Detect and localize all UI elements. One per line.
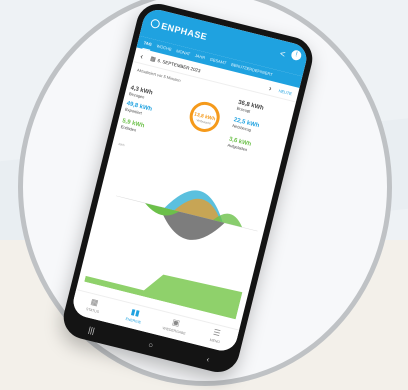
- tab-day[interactable]: TAG: [142, 37, 154, 51]
- recent-apps-icon[interactable]: |||: [88, 325, 96, 335]
- flow-consumed: 4,3 kWh Bezogen: [129, 85, 154, 101]
- share-icon[interactable]: <: [279, 48, 287, 59]
- calendar-icon[interactable]: ▦: [149, 55, 156, 63]
- home-icon[interactable]: ○: [147, 340, 154, 350]
- flow-grid: 49,8 kWh Exportiert: [125, 101, 153, 118]
- notification-icon[interactable]: !: [290, 49, 303, 62]
- flow-exported: 22,5 kWh Netzbezug: [232, 117, 260, 134]
- brand-name: ENPHASE: [160, 20, 209, 42]
- flow-battery-in: 3,6 kWh Aufgeladen: [227, 137, 252, 153]
- brand: ENPHASE: [149, 18, 209, 42]
- back-icon[interactable]: ‹: [206, 354, 211, 363]
- flow-produced: 36,8 kWh Erzeugt: [236, 100, 264, 117]
- center-ring: 13,8 kWh Verbraucht: [186, 98, 223, 136]
- today-button[interactable]: HEUTE: [278, 88, 292, 96]
- enphase-logo-icon: [149, 18, 161, 30]
- flow-battery-out: 5,9 kWh Entladen: [120, 118, 145, 134]
